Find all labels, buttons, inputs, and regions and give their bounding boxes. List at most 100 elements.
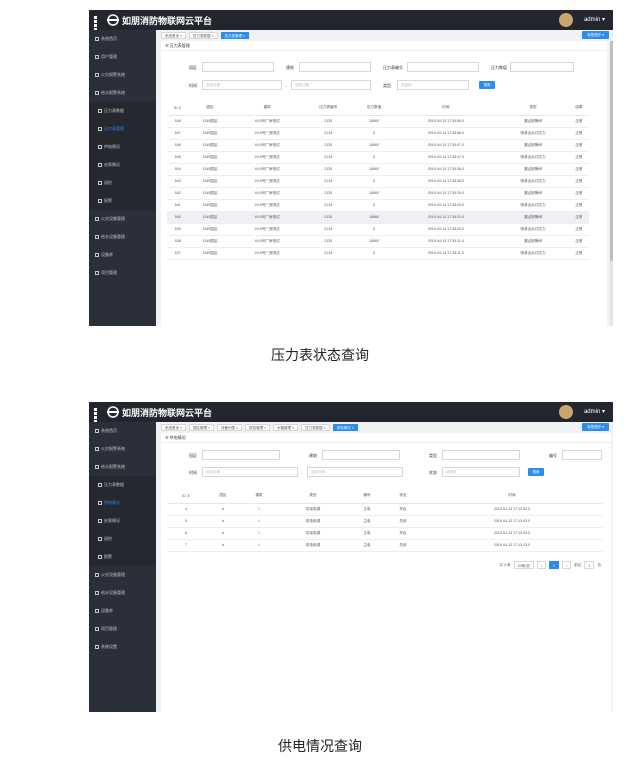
table-cell: 2134 <box>302 223 354 236</box>
column-header[interactable]: ID ⇕ <box>167 489 206 504</box>
sidebar-item[interactable]: 压力表数据 <box>89 102 156 120</box>
sidebar-item[interactable]: 供电情况 <box>89 494 156 512</box>
type-input[interactable] <box>442 450 520 460</box>
tab[interactable]: 水箱管理 × <box>273 423 299 431</box>
sidebar-item[interactable]: 给水报警系统 <box>89 458 156 476</box>
table-row[interactable]: 7 b f 供电电源 主电 关闭 2019-04-13 17:13:13.0 <box>167 539 603 552</box>
sidebar-item[interactable]: 用户管理 <box>89 48 156 66</box>
number-input[interactable] <box>562 450 602 460</box>
sidebar-item[interactable]: 火灾报警系统 <box>89 66 156 84</box>
sidebar-item[interactable]: 巡检 <box>89 174 156 192</box>
table-row[interactable]: 540 1349园区 49-5号厂房测试 2135 18660 2019-04-13 17… <box>167 211 589 224</box>
tab-ops-button[interactable]: 标签操作 ▾ <box>582 423 609 431</box>
tab[interactable]: 设备列表 × <box>217 423 243 431</box>
table-row[interactable]: 5 b f 供电电源 主电 关闭 2019-04-13 17:13:03.0 <box>167 515 603 528</box>
end-date-input[interactable]: 选择日期 <box>307 467 403 477</box>
sidebar-item[interactable]: 报警 <box>89 192 156 210</box>
user-menu[interactable]: admin ▾ <box>584 408 605 415</box>
time-label: 时间 <box>189 470 197 475</box>
table-row[interactable]: 4 b f 供电电源 主电 开启 2019-04-13 17:12:52.0 <box>167 503 603 516</box>
table-row[interactable]: 548 1349园区 49-5号厂房测试 2135 18660 2019-04-13 17… <box>167 115 589 128</box>
page-size-select[interactable]: 20条/页 <box>513 561 534 569</box>
park-input[interactable] <box>202 62 274 72</box>
search-button[interactable]: 搜索 <box>479 81 495 89</box>
tab[interactable]: 压力表管理 × <box>220 31 250 39</box>
avatar[interactable] <box>559 13 573 27</box>
table-row[interactable]: 547 1349园区 49-5号厂房测试 2134 0 2019-04-13 17:35:… <box>167 127 589 140</box>
end-date-input[interactable]: 选择日期 <box>291 80 371 90</box>
page-button-1[interactable]: 1 <box>549 561 560 569</box>
sidebar-item[interactable]: 系统设置 <box>89 638 156 656</box>
search-button[interactable]: 搜索 <box>528 468 544 476</box>
scrollbar-thumb[interactable] <box>610 41 613 261</box>
tab[interactable]: 园区管理 × <box>189 423 215 431</box>
column-header: 时间 <box>420 489 603 504</box>
table-row[interactable]: 542 1349园区 49-5号厂房测试 2135 18660 2019-04-13 17… <box>167 187 589 200</box>
menu-item-icon <box>98 108 102 113</box>
gauge-no-input[interactable] <box>407 62 479 72</box>
table-row[interactable]: 544 1349园区 49-5号厂房测试 2135 18660 2019-04-13 17… <box>167 163 589 176</box>
table-row[interactable]: 541 1349园区 49-5号厂房测试 2134 0 2019-04-13 17:35:… <box>167 199 589 212</box>
sidebar-item[interactable]: 项目管理 <box>89 620 156 638</box>
park-input[interactable] <box>202 450 280 460</box>
table-cell: 543 <box>167 175 189 188</box>
sidebar-item[interactable]: 供电情况 <box>89 138 156 156</box>
tab[interactable]: 压力表数据 × <box>189 31 218 39</box>
sidebar-item[interactable]: 压力表数据 <box>89 476 156 494</box>
tab[interactable]: 报告管理 × <box>245 423 271 431</box>
menu-icon[interactable] <box>94 16 101 31</box>
next-page-button[interactable]: › <box>562 561 572 569</box>
tab[interactable]: 系统首页 × <box>161 31 187 39</box>
sidebar-item[interactable]: 报警 <box>89 548 156 566</box>
sidebar-item[interactable]: 启泵情况 <box>89 512 156 530</box>
table-cell: f <box>241 539 278 552</box>
menu-item-icon <box>98 198 102 203</box>
table-cell: 正常 <box>568 127 589 140</box>
start-date-input[interactable]: 选择日期 <box>202 467 298 477</box>
table-row[interactable]: 6 b f 供电电源 主电 开启 2019-04-13 17:13:09.0 <box>167 527 603 540</box>
sidebar-item[interactable]: 给水设备管理 <box>89 228 156 246</box>
type-select[interactable]: 请选择 <box>397 80 469 90</box>
sidebar-item[interactable]: 火灾设备管理 <box>89 210 156 228</box>
tab[interactable]: 系统首页 × <box>161 423 187 431</box>
table-row[interactable]: 543 1349园区 49-5号厂房测试 2134 0 2019-04-13 17:35:… <box>167 175 589 188</box>
sidebar-item[interactable]: 系统首页 <box>89 422 156 440</box>
building-input[interactable] <box>322 450 400 460</box>
start-date-input[interactable]: 选择日期 <box>202 80 282 90</box>
avatar[interactable] <box>559 405 573 419</box>
sidebar-item[interactable]: 启泵情况 <box>89 156 156 174</box>
sidebar-item[interactable]: 巡检 <box>89 530 156 548</box>
table-cell: 供电电源 <box>277 515 349 528</box>
start-date-placeholder: 选择日期 <box>206 470 220 474</box>
table-cell: b <box>205 503 242 516</box>
sidebar-item[interactable]: 系统首页 <box>89 30 156 48</box>
status-label: 状态 <box>429 470 437 475</box>
table-row[interactable]: 539 1349园区 49-5号厂房测试 2134 0 2019-04-13 17:35:… <box>167 223 589 236</box>
sidebar-item[interactable]: 给水报警系统 <box>89 84 156 102</box>
table-row[interactable]: 538 1349园区 49-5号厂房测试 2135 18660 2019-04-13 17… <box>167 235 589 248</box>
value-input[interactable] <box>510 62 574 72</box>
table-row[interactable]: 545 1349园区 49-5号厂房测试 2134 0 2019-04-13 17:35:… <box>167 151 589 164</box>
sidebar-item[interactable]: 设备库 <box>89 602 156 620</box>
table-row[interactable]: 537 1349园区 49-5号厂房测试 2134 0 2019-04-13 17:35:… <box>167 247 589 260</box>
screenshot-power-supply: 如朋消防物联网云平台 admin ▾ 系统首页 火灾报警系统 给水报警系统 压力表数据… <box>89 402 613 712</box>
table-row[interactable]: 546 1349园区 49-5号厂房测试 2135 18660 2019-04-13 17… <box>167 139 589 152</box>
tab-ops-button[interactable]: 标签操作 ▾ <box>582 31 609 39</box>
user-menu[interactable]: admin ▾ <box>584 16 605 23</box>
menu-icon[interactable] <box>94 408 101 423</box>
table-cell: 2019-04-13 17:35:38.0 <box>394 175 498 188</box>
tab[interactable]: 供电情况 × <box>332 423 358 431</box>
prev-page-button[interactable]: ‹ <box>536 561 547 569</box>
sidebar-item[interactable]: 项目管理 <box>89 264 156 282</box>
column-header[interactable]: ID ⇕ <box>167 101 189 116</box>
sidebar-item[interactable]: 给水设备管理 <box>89 584 156 602</box>
building-input[interactable] <box>299 62 371 72</box>
sidebar-item[interactable]: 设备库 <box>89 246 156 264</box>
sidebar-item[interactable]: 火灾设备管理 <box>89 566 156 584</box>
menu-item-icon <box>98 482 102 487</box>
sidebar-item[interactable]: 火灾报警系统 <box>89 440 156 458</box>
goto-input[interactable]: 1 <box>584 561 595 569</box>
sidebar-item[interactable]: 压力表管理 <box>89 120 156 138</box>
tab[interactable]: 压力表数据 × <box>301 423 330 431</box>
status-select[interactable]: 请选择 <box>442 467 520 477</box>
